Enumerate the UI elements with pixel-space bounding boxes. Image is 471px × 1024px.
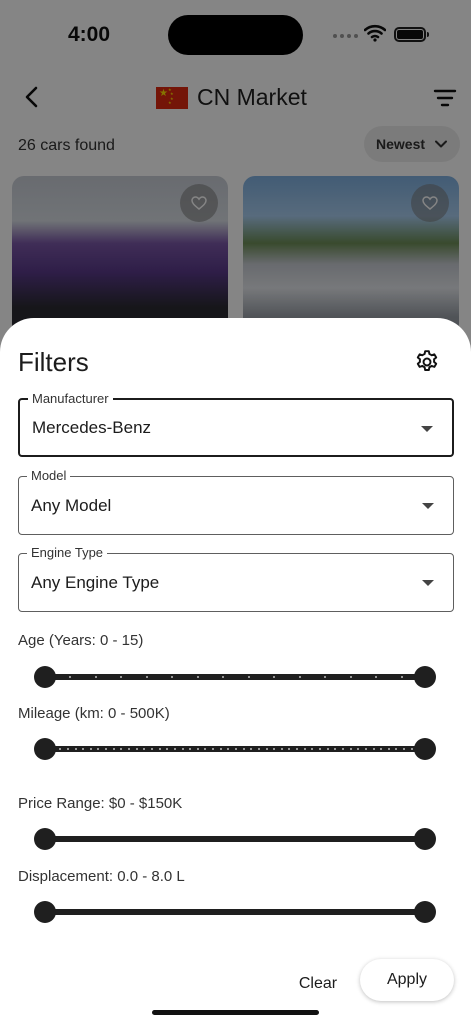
- slider-tick: [311, 748, 314, 750]
- slider-max-thumb[interactable]: [414, 666, 436, 688]
- slider-tick: [173, 748, 176, 750]
- slider-tick: [143, 748, 146, 750]
- dropdown-arrow-icon: [422, 580, 434, 586]
- dropdown-arrow-icon: [422, 503, 434, 509]
- slider-tick: [120, 676, 123, 678]
- slider-tick: [212, 748, 215, 750]
- slider-tick: [242, 748, 245, 750]
- slider-tick: [296, 748, 299, 750]
- clear-button[interactable]: Clear: [284, 966, 352, 1002]
- slider-tick: [166, 748, 169, 750]
- slider-tick: [372, 748, 375, 750]
- slider-tick: [410, 748, 413, 750]
- age-slider-label: Age (Years: 0 - 15): [18, 632, 144, 649]
- slider-tick: [120, 748, 123, 750]
- slider-tick: [273, 676, 276, 678]
- slider-tick: [222, 676, 225, 678]
- price-slider-label: Price Range: $0 - $150K: [18, 795, 183, 812]
- slider-tick: [105, 748, 108, 750]
- slider-tick: [66, 748, 69, 750]
- slider-tick: [145, 676, 148, 678]
- slider-max-thumb[interactable]: [414, 828, 436, 850]
- model-label: Model: [27, 467, 71, 485]
- mileage-slider-label: Mileage (km: 0 - 500K): [18, 705, 170, 722]
- slider-ticks: [44, 676, 426, 678]
- slider-tick: [280, 748, 283, 750]
- model-value: Any Model: [31, 496, 112, 515]
- slider-tick: [204, 748, 207, 750]
- slider-tick: [135, 748, 138, 750]
- slider-min-thumb[interactable]: [34, 828, 56, 850]
- slider-tick: [158, 748, 161, 750]
- age-range-slider[interactable]: [34, 665, 436, 689]
- slider-tick: [59, 748, 62, 750]
- slider-tick: [334, 748, 337, 750]
- slider-tick: [364, 748, 367, 750]
- slider-max-thumb[interactable]: [414, 901, 436, 923]
- mileage-range-slider[interactable]: [34, 737, 436, 761]
- slider-tick: [257, 748, 260, 750]
- slider-min-thumb[interactable]: [34, 738, 56, 760]
- slider-tick: [387, 748, 390, 750]
- slider-tick: [82, 748, 85, 750]
- manufacturer-label: Manufacturer: [28, 390, 113, 408]
- slider-tick: [380, 748, 383, 750]
- sheet-title: Filters: [18, 347, 89, 377]
- slider-tick: [403, 748, 406, 750]
- model-dropdown[interactable]: Model Any Model: [18, 467, 454, 535]
- slider-tick: [395, 748, 398, 750]
- slider-tick: [94, 676, 97, 678]
- slider-tick: [112, 748, 115, 750]
- slider-tick: [273, 748, 276, 750]
- slider-tick: [349, 676, 352, 678]
- slider-tick: [324, 676, 327, 678]
- displacement-slider-label: Displacement: 0.0 - 8.0 L: [18, 868, 185, 885]
- slider-tick: [89, 748, 92, 750]
- slider-tick: [171, 676, 174, 678]
- slider-tick: [319, 748, 322, 750]
- slider-tick: [97, 748, 100, 750]
- slider-tick: [375, 676, 378, 678]
- slider-tick: [326, 748, 329, 750]
- slider-track: [44, 909, 426, 915]
- slider-tick: [181, 748, 184, 750]
- engine-type-label: Engine Type: [27, 544, 108, 562]
- slider-tick: [303, 748, 306, 750]
- slider-tick: [74, 748, 77, 750]
- slider-tick: [341, 748, 344, 750]
- apply-button[interactable]: Apply: [360, 959, 454, 1001]
- slider-tick: [196, 676, 199, 678]
- slider-track: [44, 836, 426, 842]
- slider-tick: [227, 748, 230, 750]
- price-range-slider[interactable]: [34, 827, 436, 851]
- slider-tick: [288, 748, 291, 750]
- slider-min-thumb[interactable]: [34, 901, 56, 923]
- slider-tick: [247, 676, 250, 678]
- slider-tick: [150, 748, 153, 750]
- slider-tick: [235, 748, 237, 750]
- filters-sheet: Filters Manufacturer Mercedes-Benz Model…: [0, 318, 471, 1024]
- slider-tick: [128, 748, 131, 750]
- slider-tick: [196, 748, 199, 750]
- engine-type-dropdown[interactable]: Engine Type Any Engine Type: [18, 544, 454, 612]
- slider-tick: [349, 748, 352, 750]
- displacement-range-slider[interactable]: [34, 900, 436, 924]
- manufacturer-dropdown[interactable]: Manufacturer Mercedes-Benz: [18, 390, 454, 457]
- slider-tick: [189, 748, 192, 750]
- manufacturer-value: Mercedes-Benz: [32, 418, 152, 437]
- slider-min-thumb[interactable]: [34, 666, 56, 688]
- gear-icon[interactable]: [414, 349, 440, 375]
- slider-tick: [298, 676, 301, 678]
- home-indicator: [152, 1010, 319, 1015]
- slider-max-thumb[interactable]: [414, 738, 436, 760]
- slider-tick: [400, 676, 403, 678]
- slider-tick: [357, 748, 360, 750]
- slider-tick: [265, 748, 268, 750]
- slider-ticks: [44, 748, 426, 750]
- slider-tick: [69, 676, 72, 678]
- dropdown-arrow-icon: [421, 426, 433, 432]
- engine-type-value: Any Engine Type: [31, 573, 160, 592]
- slider-tick: [219, 748, 222, 750]
- slider-tick: [250, 748, 253, 750]
